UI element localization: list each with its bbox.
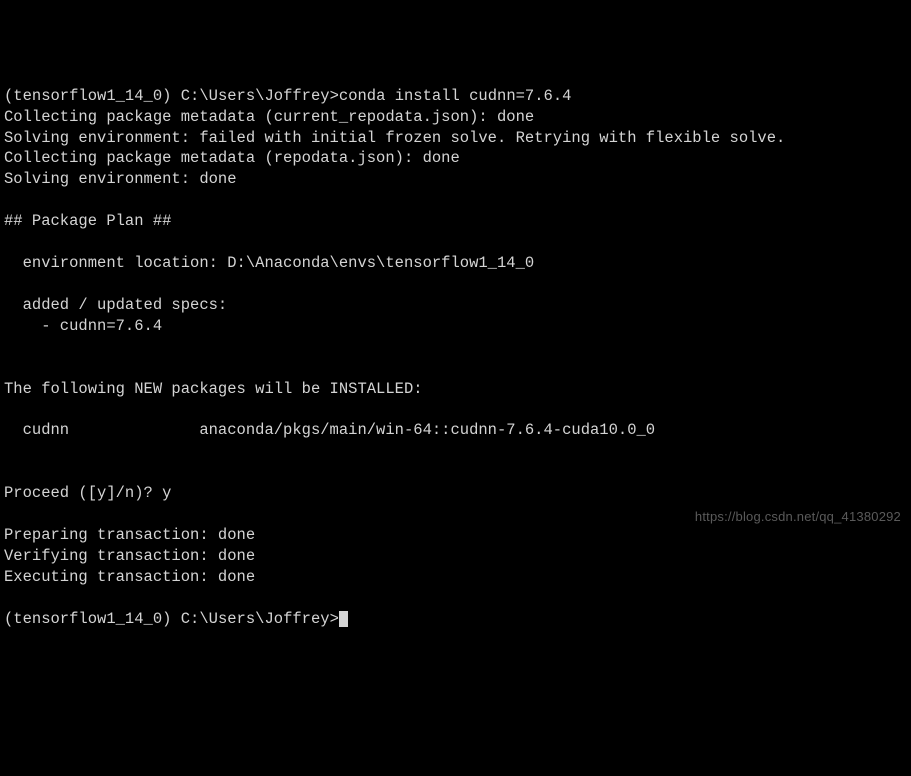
blank-line: [4, 337, 907, 358]
prompt-path: C:\Users\Joffrey>: [181, 610, 339, 628]
cursor-icon: [339, 611, 348, 627]
new-packages-header: The following NEW packages will be INSTA…: [4, 379, 907, 400]
blank-line: [4, 400, 907, 421]
command-prompt[interactable]: (tensorflow1_14_0) C:\Users\Joffrey>: [4, 609, 907, 630]
blank-line: [4, 441, 907, 462]
blank-line: [4, 274, 907, 295]
specs-header: added / updated specs:: [4, 295, 907, 316]
blank-line: [4, 232, 907, 253]
output-line: Solving environment: failed with initial…: [4, 128, 907, 149]
command-line: (tensorflow1_14_0) C:\Users\Joffrey>cond…: [4, 86, 907, 107]
proceed-line: Proceed ([y]/n)? y: [4, 483, 907, 504]
output-line: Collecting package metadata (repodata.js…: [4, 148, 907, 169]
verifying-line: Verifying transaction: done: [4, 546, 907, 567]
preparing-line: Preparing transaction: done: [4, 525, 907, 546]
package-line: cudnn anaconda/pkgs/main/win-64::cudnn-7…: [4, 420, 907, 441]
plan-header: ## Package Plan ##: [4, 211, 907, 232]
blank-line: [4, 190, 907, 211]
terminal-output[interactable]: (tensorflow1_14_0) C:\Users\Joffrey>cond…: [4, 86, 907, 630]
prompt-path: C:\Users\Joffrey>: [181, 87, 339, 105]
prompt-env: (tensorflow1_14_0): [4, 610, 171, 628]
env-location: environment location: D:\Anaconda\envs\t…: [4, 253, 907, 274]
proceed-prompt: Proceed ([y]/n)?: [4, 484, 162, 502]
specs-item: - cudnn=7.6.4: [4, 316, 907, 337]
proceed-answer: y: [162, 484, 171, 502]
blank-line: [4, 358, 907, 379]
watermark-text: https://blog.csdn.net/qq_41380292: [695, 508, 901, 526]
output-line: Solving environment: done: [4, 169, 907, 190]
executing-line: Executing transaction: done: [4, 567, 907, 588]
output-line: Collecting package metadata (current_rep…: [4, 107, 907, 128]
prompt-env: (tensorflow1_14_0): [4, 87, 171, 105]
blank-line: [4, 462, 907, 483]
blank-line: [4, 588, 907, 609]
entered-command: conda install cudnn=7.6.4: [339, 87, 572, 105]
